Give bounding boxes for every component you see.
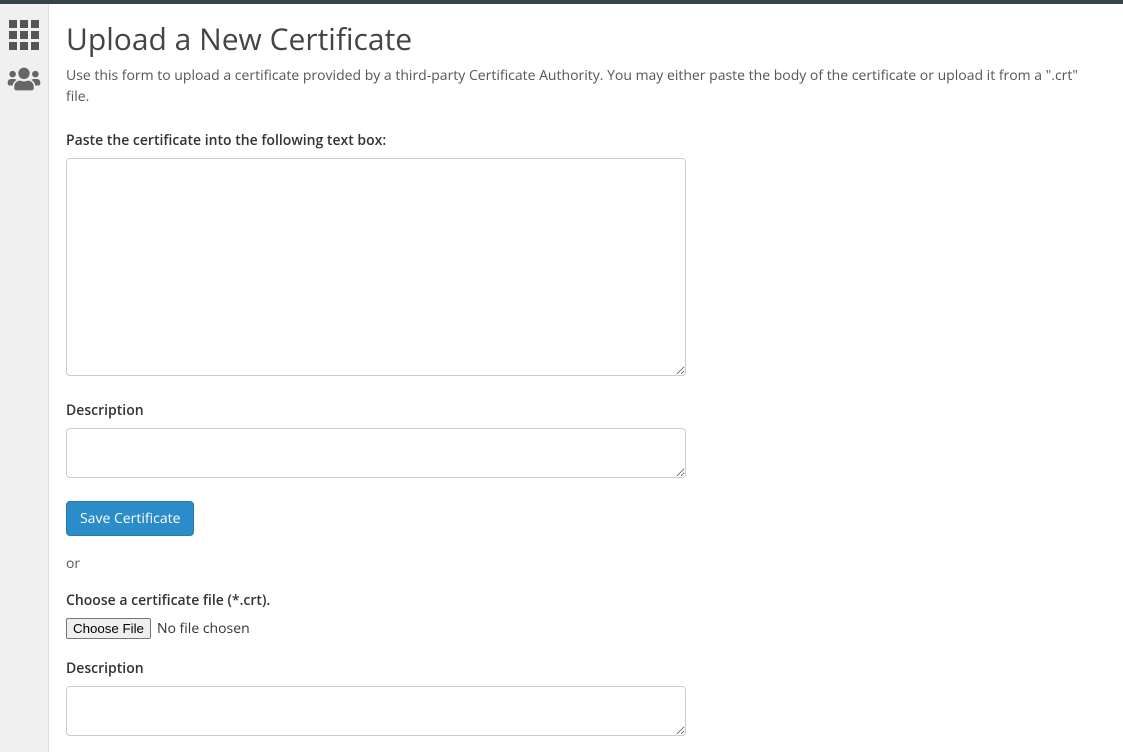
upload-description-label: Description (66, 659, 686, 678)
paste-description-textarea[interactable] (66, 428, 686, 478)
file-chosen-status: No file chosen (157, 619, 250, 638)
sidebar (0, 4, 48, 752)
main-content: Upload a New Certificate Use this form t… (48, 4, 1123, 752)
page-title: Upload a New Certificate (66, 18, 1099, 59)
choose-file-label: Choose a certificate file (*.crt). (66, 591, 686, 610)
grid-icon (9, 20, 39, 50)
paste-description-label: Description (66, 401, 686, 420)
or-separator: or (66, 554, 686, 573)
apps-menu-button[interactable] (9, 20, 39, 50)
certificate-textarea[interactable] (66, 158, 686, 376)
page-description: Use this form to upload a certificate pr… (66, 65, 1099, 107)
certificate-textarea-label: Paste the certificate into the following… (66, 131, 686, 150)
users-menu-button[interactable] (7, 66, 41, 97)
upload-description-textarea[interactable] (66, 686, 686, 736)
save-certificate-button[interactable]: Save Certificate (66, 501, 194, 536)
choose-file-button[interactable]: Choose File (66, 618, 151, 639)
users-icon (7, 66, 41, 92)
